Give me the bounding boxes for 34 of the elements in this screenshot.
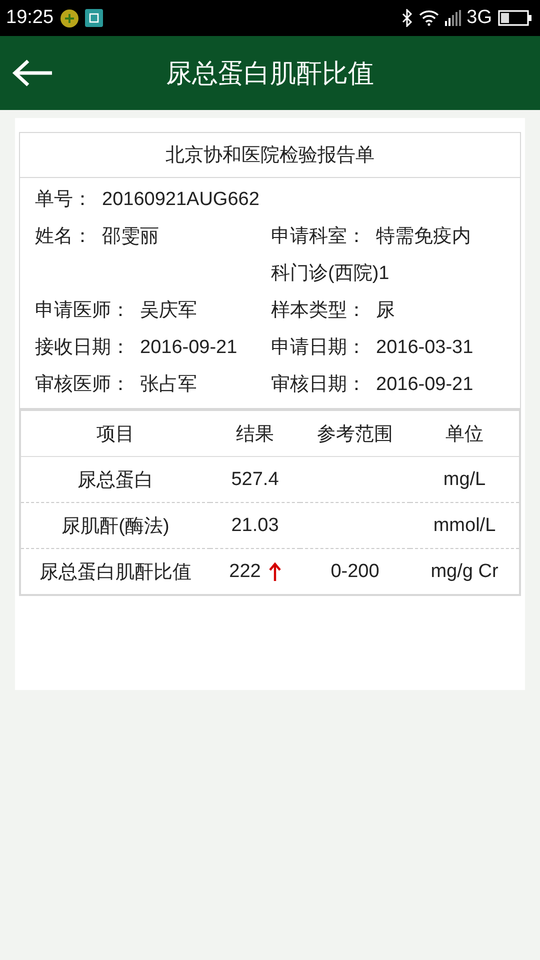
report-title: 北京协和医院检验报告单 xyxy=(20,133,520,178)
bluetooth-icon xyxy=(400,9,413,27)
clock-time: 19:25 xyxy=(6,7,54,29)
info-field: 申请医师： 吴庆军 xyxy=(35,292,271,329)
wifi-icon xyxy=(418,10,439,26)
battery-icon xyxy=(498,10,532,26)
app-notification-icon xyxy=(60,8,79,28)
signal-icon xyxy=(444,10,461,26)
info-field: 单号： 20160921AUG662 xyxy=(35,181,271,218)
item-name: 尿肌酐(酶法) xyxy=(62,516,170,536)
info-field: 姓名： 邵雯丽 xyxy=(35,218,271,292)
unit: mmol/L xyxy=(433,514,496,536)
reference-range: 0-200 xyxy=(330,560,380,582)
info-field: 样本类型： 尿 xyxy=(271,292,483,329)
unit: mg/L xyxy=(443,468,486,490)
column-header: 参考范围 xyxy=(300,410,410,456)
info-field: 申请日期： 2016-03-31 xyxy=(271,329,483,366)
item-name: 尿总蛋白 xyxy=(78,470,154,490)
column-header: 单位 xyxy=(410,410,520,456)
screenshot-icon xyxy=(84,9,103,27)
result-value: 21.03 xyxy=(231,514,279,536)
result-value: 527.4 xyxy=(231,468,279,490)
info-field: 接收日期： 2016-09-21 xyxy=(35,329,271,366)
column-header: 项目 xyxy=(20,410,210,456)
result-value: 222 xyxy=(229,560,261,582)
column-header: 结果 xyxy=(210,410,300,456)
page-title: 尿总蛋白肌酐比值 xyxy=(165,56,375,90)
unit: mg/g Cr xyxy=(430,560,498,582)
info-field: 审核医师： 张占军 xyxy=(35,366,271,403)
info-field: 审核日期： 2016-09-21 xyxy=(271,366,483,403)
back-arrow-icon xyxy=(12,58,54,88)
network-type: 3G xyxy=(466,7,492,29)
item-name: 尿总蛋白肌酐比值 xyxy=(40,562,192,582)
info-field: 申请科室： 特需免疫内科门诊(西院)1 xyxy=(271,218,483,292)
